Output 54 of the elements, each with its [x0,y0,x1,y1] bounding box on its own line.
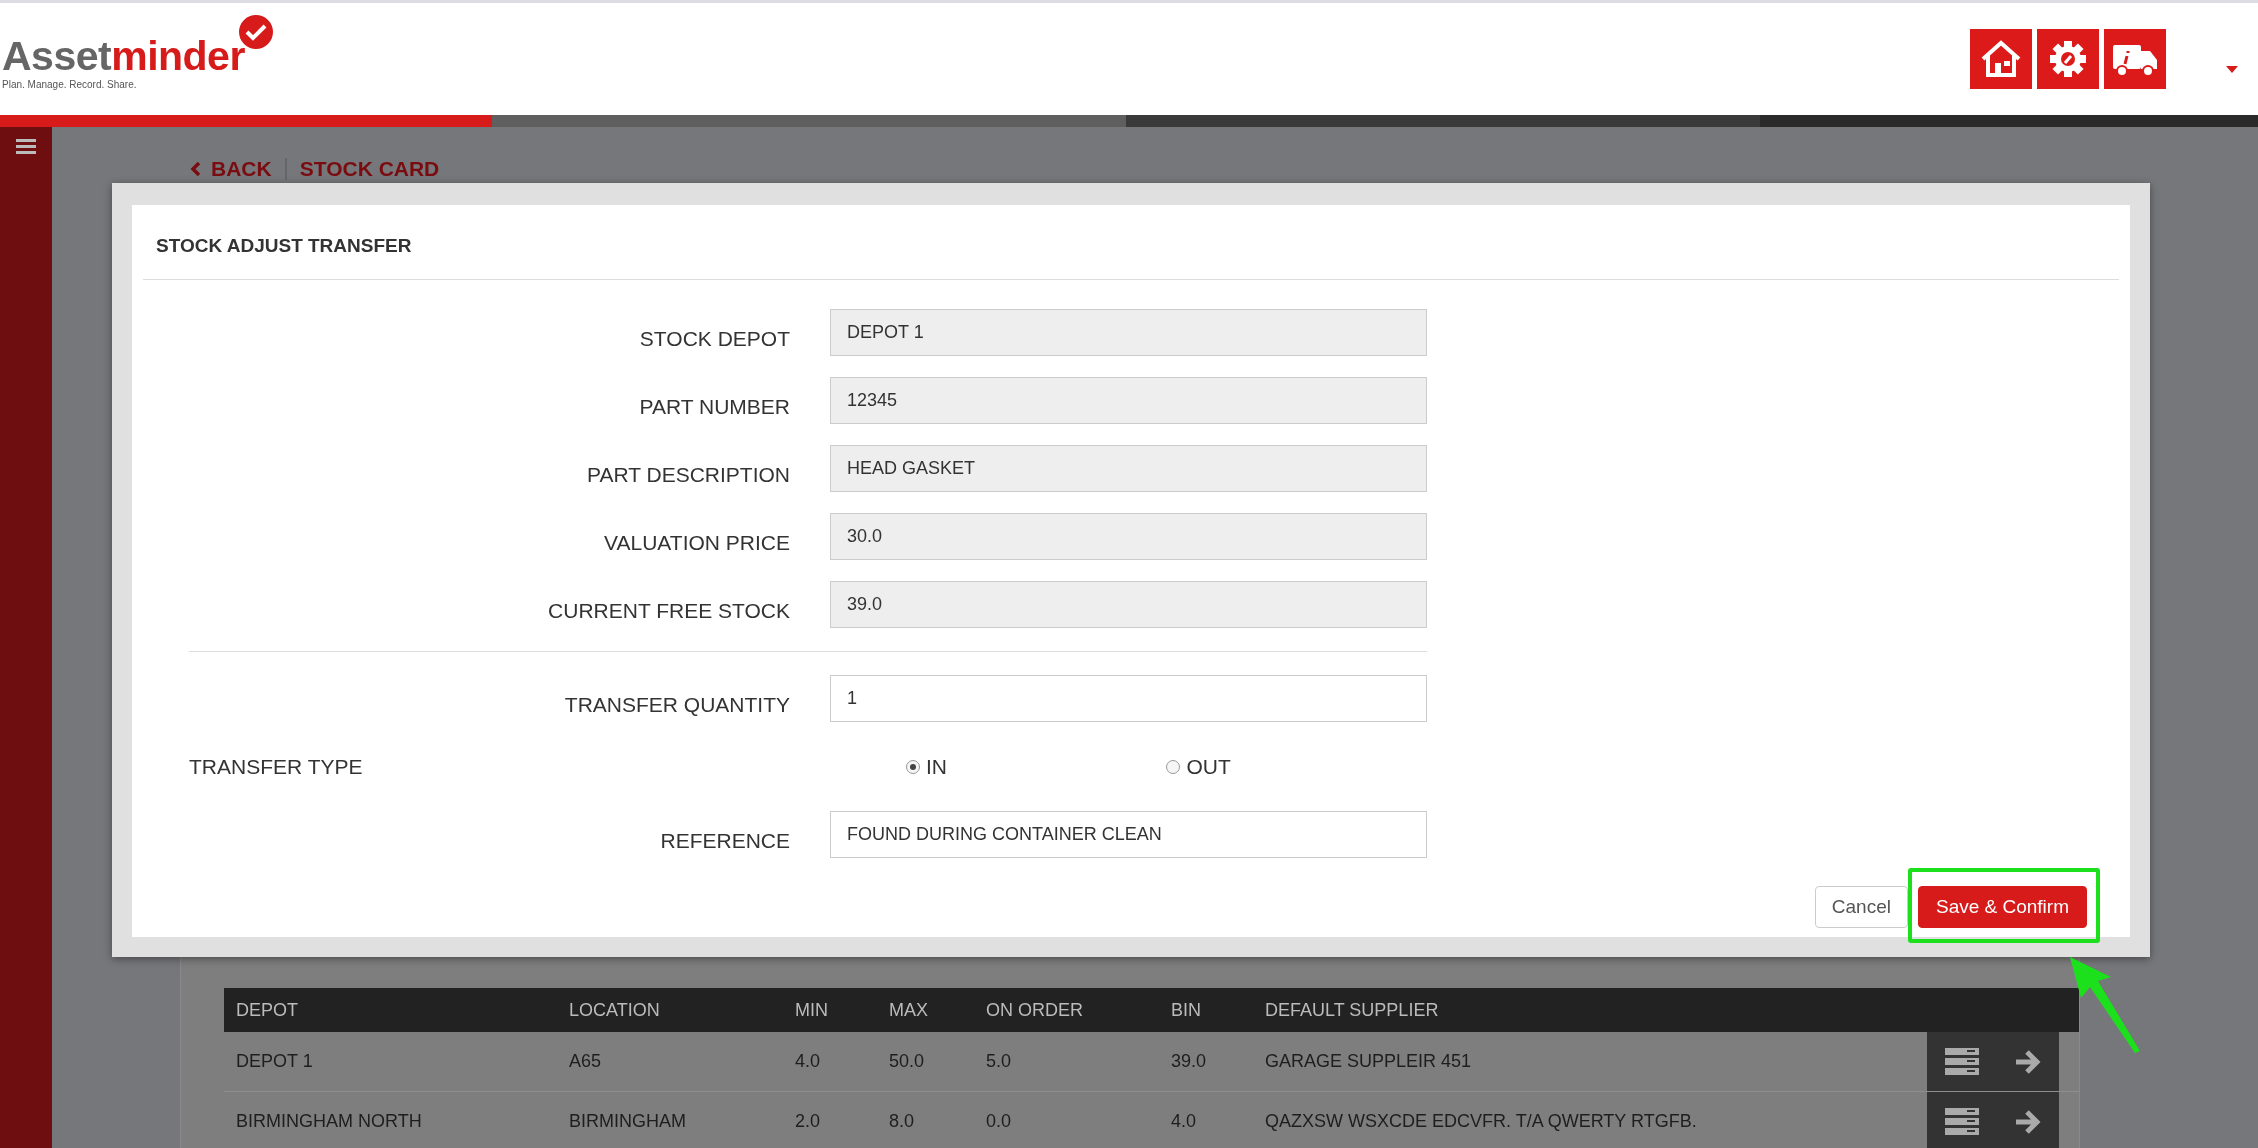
list-icon[interactable] [1944,1047,1979,1076]
radio-label: OUT [1186,754,1231,779]
table-cell-text: 2.0 [794,1111,822,1132]
field-label: PART NUMBER [638,393,790,419]
radio-button[interactable] [1166,759,1181,774]
table-cell-text: DEPOT 1 [235,1051,314,1072]
caret-icon[interactable] [2226,65,2238,73]
logo-text: minder [111,36,245,77]
radio-label: IN [925,754,947,779]
menu-icon[interactable] [16,139,36,155]
input-field[interactable]: FOUND DURING CONTAINER CLEAN [830,811,1427,858]
house-icon [1979,39,2023,79]
logo-text: Asset [2,36,112,77]
dialog-title: STOCK ADJUST TRANSFER [156,234,413,257]
field-label: CURRENT FREE STOCK [547,597,790,623]
radio-button[interactable] [905,759,920,774]
column-header: MIN [794,999,829,1021]
table-cell-text: BIRMINGHAM NORTH [235,1111,423,1132]
field-label: REFERENCE [659,827,790,853]
table-cell-text: 4.0 [1170,1111,1198,1132]
input-field[interactable]: 1 [830,675,1427,722]
logo-tagline: Plan. Manage. Record. Share. [2,79,138,90]
table-cell-text: 0.0 [985,1111,1013,1132]
arrow-right-icon[interactable] [2013,1048,2042,1075]
truck-button[interactable] [2104,29,2166,89]
field-label: TRANSFER TYPE [189,754,364,779]
table-cell-text: BIRMINGHAM [568,1111,687,1132]
arrow-right-icon[interactable] [2013,1108,2042,1135]
settings-button[interactable] [2037,29,2099,89]
table-cell-text: 39.0 [1170,1051,1208,1072]
table-cell-text: 5.0 [985,1051,1013,1072]
table-cell-text: 50.0 [888,1051,926,1072]
field-label: PART DESCRIPTION [585,461,790,487]
home-button[interactable] [1970,29,2032,89]
save-button[interactable]: Save & Confirm [1917,886,2087,928]
field-label: TRANSFER QUANTITY [563,691,790,717]
gear-icon [2048,39,2088,79]
table-cell-text: A65 [568,1051,603,1072]
column-header: BIN [1170,999,1202,1021]
column-header: DEFAULT SUPPLIER [1264,999,1440,1021]
page-title: STOCK CARD [299,157,440,181]
column-header: LOCATION [568,999,661,1021]
list-icon[interactable] [1944,1107,1979,1136]
field-label: STOCK DEPOT [638,325,790,351]
table-cell-text: GARAGE SUPPLEIR 451 [1264,1051,1473,1072]
table-cell-text: QAZXSW WSXCDE EDCVFR. T/A QWERTY RTGFB. [1264,1111,1698,1132]
column-header: DEPOT [235,999,299,1021]
chevron-icon [190,161,201,177]
field-label: VALUATION PRICE [603,529,790,555]
table-cell-text: 4.0 [794,1051,822,1072]
column-header: ON ORDER [985,999,1084,1021]
column-header: MAX [888,999,929,1021]
cancel-button[interactable]: Cancel [1814,886,1908,928]
table-cell-text: 8.0 [888,1111,916,1132]
